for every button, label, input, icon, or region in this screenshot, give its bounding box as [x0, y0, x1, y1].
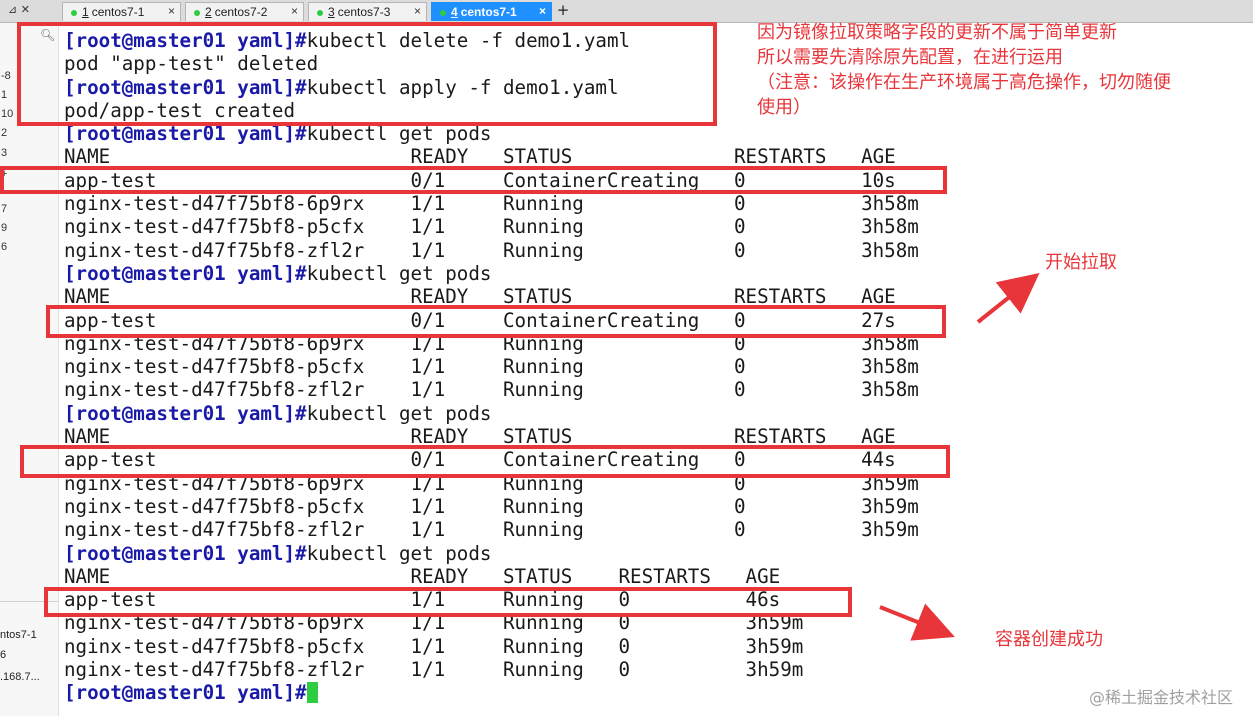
watermark: @稀土掘金技术社区 [1088, 688, 1233, 707]
annotation-arrows [879, 273, 1040, 641]
arrow-start-pull-icon [976, 273, 1040, 324]
arrow-success-icon [879, 603, 955, 641]
